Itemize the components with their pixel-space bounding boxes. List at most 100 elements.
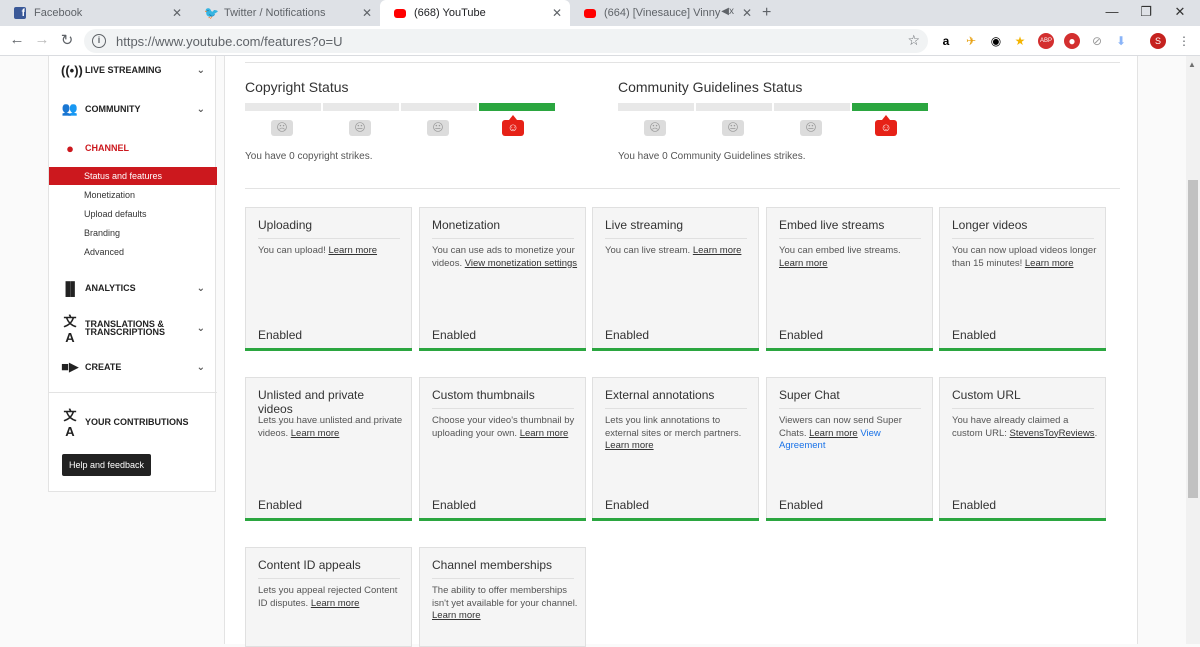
scrollbar-thumb[interactable] — [1188, 180, 1198, 498]
adblock-extension-icon[interactable]: ABP — [1038, 33, 1054, 49]
close-icon[interactable]: ✕ — [362, 6, 372, 20]
sidebar-subitem-status-and-features[interactable]: Status and features — [49, 167, 217, 185]
minimize-button[interactable]: — — [1102, 4, 1122, 19]
view-monetization-settings-link[interactable]: View monetization settings — [465, 258, 577, 269]
info-icon[interactable]: i — [92, 34, 106, 48]
learn-more-link[interactable]: Learn more — [605, 440, 654, 451]
amazon-extension-icon[interactable]: a — [938, 33, 954, 49]
facebook-icon: f — [14, 7, 26, 19]
sidebar-item-community[interactable]: 👥 COMMUNITY ⌄ — [49, 98, 217, 120]
main-content: Copyright Status ☹ 😐 😐 ☺ You have 0 copy… — [224, 56, 1138, 647]
tab-vinesauce[interactable]: (664) [Vinesauce] Vinny - Re ◀x ✕ — [570, 0, 760, 26]
card-title: Embed live streams — [779, 218, 921, 239]
close-icon[interactable]: ✕ — [552, 6, 562, 20]
strike-bar-segment — [323, 103, 399, 111]
learn-more-link[interactable]: Learn more — [328, 245, 377, 256]
help-and-feedback-button[interactable]: Help and feedback — [62, 454, 151, 476]
feature-card-embed-live-streams: Embed live streams You can embed live st… — [766, 207, 933, 351]
tab-title: Facebook — [34, 7, 83, 19]
tab-title: (668) YouTube — [414, 7, 486, 19]
card-status: Enabled — [432, 498, 477, 512]
chevron-down-icon: ⌄ — [196, 322, 205, 334]
download-extension-icon[interactable]: ⬇ — [1113, 33, 1129, 49]
happy-face-icon: ☺ — [502, 115, 524, 136]
browser-tab-bar: f Facebook ✕ 🐦 Twitter / Notifications ✕… — [0, 0, 1200, 26]
card-title: Channel memberships — [432, 558, 574, 579]
bookmark-star-icon[interactable]: ☆ — [907, 32, 920, 49]
feature-card-custom-thumbnails: Custom thumbnails Choose your video's th… — [419, 377, 586, 521]
sidebar-item-your-contributions[interactable]: 文A YOUR CONTRIBUTIONS — [49, 408, 217, 439]
tab-title: (664) [Vinesauce] Vinny - Re — [604, 7, 724, 19]
tab-youtube[interactable]: (668) YouTube ✕ — [380, 0, 570, 26]
sidebar-subitem-upload-defaults[interactable]: Upload defaults — [49, 205, 217, 223]
neutral-face-icon: 😐 — [722, 120, 744, 136]
maximize-button[interactable]: ❐ — [1136, 4, 1156, 20]
tab-facebook[interactable]: f Facebook ✕ — [0, 0, 190, 26]
sidebar-subitem-branding[interactable]: Branding — [49, 224, 217, 242]
address-bar[interactable]: i https://www.youtube.com/features?o=U ☆ — [84, 29, 928, 53]
translate-icon: 文A — [63, 314, 77, 345]
feature-card-unlisted-private: Unlisted and private videos Lets you hav… — [245, 377, 412, 521]
star-extension-icon[interactable]: ★ — [1012, 33, 1028, 49]
sidebar: ((•)) LIVE STREAMING ⌄ 👥 COMMUNITY ⌄ ● C… — [48, 56, 217, 492]
sidebar-subitem-monetization[interactable]: Monetization — [49, 186, 217, 204]
speaker-mute-icon[interactable]: ◀x — [721, 6, 734, 17]
ublock-extension-icon[interactable]: ● — [1064, 33, 1080, 49]
divider — [245, 188, 1120, 189]
menu-icon[interactable]: ⋮ — [1176, 33, 1192, 49]
enabled-bar — [939, 348, 1106, 351]
learn-more-link[interactable]: Learn more — [809, 428, 858, 439]
sidebar-item-live-streaming[interactable]: ((•)) LIVE STREAMING ⌄ — [49, 59, 217, 81]
neutral-face-icon: 😐 — [800, 120, 822, 136]
card-description: The ability to offer memberships isn't y… — [432, 585, 578, 621]
card-description: You can live stream. Learn more — [605, 245, 742, 256]
sidebar-item-create[interactable]: ■▶ CREATE ⌄ — [49, 356, 217, 378]
learn-more-link[interactable]: Learn more — [311, 598, 360, 609]
sidebar-item-channel[interactable]: ● CHANNEL — [49, 137, 217, 159]
chevron-down-icon: ⌄ — [196, 103, 205, 115]
new-tab-button[interactable]: + — [762, 4, 771, 22]
learn-more-link[interactable]: Learn more — [1025, 258, 1074, 269]
tab-title: Twitter / Notifications — [224, 7, 326, 19]
enabled-bar — [766, 348, 933, 351]
youtube-icon — [394, 8, 406, 18]
strike-bar-segment-active — [852, 103, 928, 111]
sidebar-item-label: COMMUNITY — [85, 104, 141, 114]
sidebar-item-label: CREATE — [85, 362, 122, 372]
learn-more-link[interactable]: Learn more — [693, 245, 742, 256]
learn-more-link[interactable]: Learn more — [432, 610, 481, 621]
scroll-up-icon[interactable]: ▲ — [1188, 60, 1196, 69]
tab-twitter[interactable]: 🐦 Twitter / Notifications ✕ — [190, 0, 380, 26]
sidebar-item-analytics[interactable]: ▐▌ ANALYTICS ⌄ — [49, 277, 217, 299]
card-title: Uploading — [258, 218, 400, 239]
back-button[interactable]: ← — [7, 31, 27, 48]
reload-button[interactable]: ↻ — [57, 31, 77, 49]
learn-more-link[interactable]: Learn more — [779, 258, 828, 269]
card-description: You can embed live streams. Learn more — [779, 245, 901, 269]
card-description: Lets you appeal rejected Content ID disp… — [258, 585, 398, 609]
card-status: Enabled — [258, 328, 303, 342]
card-title: External annotations — [605, 388, 747, 409]
globe-extension-icon[interactable]: ◉ — [988, 33, 1004, 49]
learn-more-link[interactable]: Learn more — [291, 428, 340, 439]
close-icon[interactable]: ✕ — [742, 6, 752, 20]
card-description: Choose your video's thumbnail by uploadi… — [432, 415, 575, 439]
bird-extension-icon[interactable]: ✈ — [963, 33, 979, 49]
divider — [245, 62, 1120, 63]
sidebar-item-label: CHANNEL — [85, 143, 129, 153]
sidebar-item-translations[interactable]: 文A TRANSLATIONS & TRANSCRIPTIONS ⌄ — [49, 314, 217, 345]
sidebar-item-label: YOUR CONTRIBUTIONS — [85, 417, 189, 427]
enabled-bar — [592, 348, 759, 351]
close-window-button[interactable]: ✕ — [1170, 4, 1190, 20]
happy-face-icon: ☺ — [875, 115, 897, 136]
forward-button[interactable]: → — [32, 31, 52, 48]
translate-icon: 文A — [63, 408, 77, 439]
custom-url-link[interactable]: StevensToyReviews — [1010, 428, 1095, 439]
copyright-strikes-text: You have 0 copyright strikes. — [245, 151, 373, 162]
sidebar-subitem-advanced[interactable]: Advanced — [49, 243, 217, 261]
card-status: Enabled — [605, 328, 650, 342]
close-icon[interactable]: ✕ — [172, 6, 182, 20]
blocked-extension-icon[interactable]: ⊘ — [1089, 33, 1105, 49]
learn-more-link[interactable]: Learn more — [520, 428, 569, 439]
profile-avatar[interactable]: S — [1150, 33, 1166, 49]
